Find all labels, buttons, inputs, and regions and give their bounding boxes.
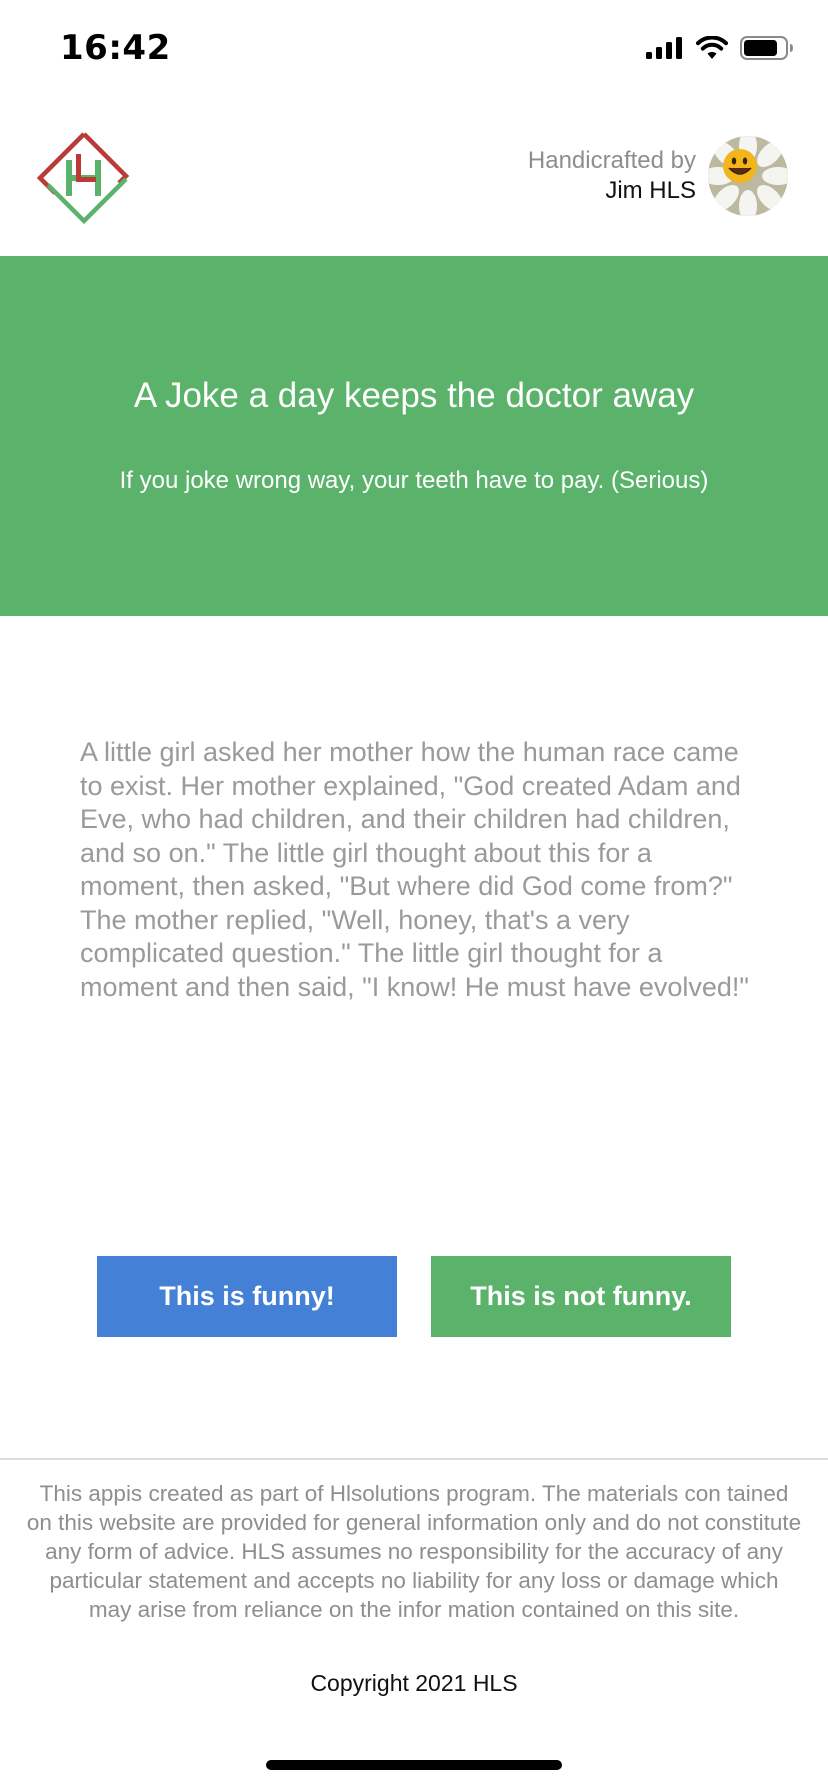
smiling-daisy-icon — [708, 136, 788, 216]
hero-title: A Joke a day keeps the doctor away — [133, 376, 695, 415]
status-icons — [646, 36, 794, 60]
battery-icon — [740, 36, 793, 60]
joke-text: A little girl asked her mother how the h… — [80, 737, 750, 1002]
footer-copyright: Copyright 2021 HLS — [310, 1670, 518, 1696]
status-bar: 16:42 — [0, 0, 828, 100]
credit-prefix: Handicrafted by — [527, 147, 696, 174]
avatar[interactable] — [708, 136, 788, 216]
home-indicator[interactable] — [266, 1760, 562, 1770]
cellular-signal-icon — [646, 37, 682, 59]
credit: Handicrafted by Jim HLS — [528, 146, 696, 206]
credit-name: Jim HLS — [605, 177, 696, 204]
wifi-icon — [696, 36, 728, 59]
hero-subtitle: If you joke wrong way, your teeth have t… — [119, 467, 709, 494]
footer-divider — [0, 1458, 828, 1460]
not-funny-button[interactable]: This is not funny. — [431, 1256, 731, 1337]
funny-button[interactable]: This is funny! — [97, 1256, 397, 1337]
app-header: Handicrafted by Jim HLS — [0, 120, 828, 256]
footer-disclaimer: This appis created as part of Hlsolution… — [26, 1481, 802, 1622]
status-time: 16:42 — [60, 28, 171, 68]
hls-logo[interactable] — [36, 132, 132, 228]
hero-banner: A Joke a day keeps the doctor away If yo… — [0, 256, 828, 616]
